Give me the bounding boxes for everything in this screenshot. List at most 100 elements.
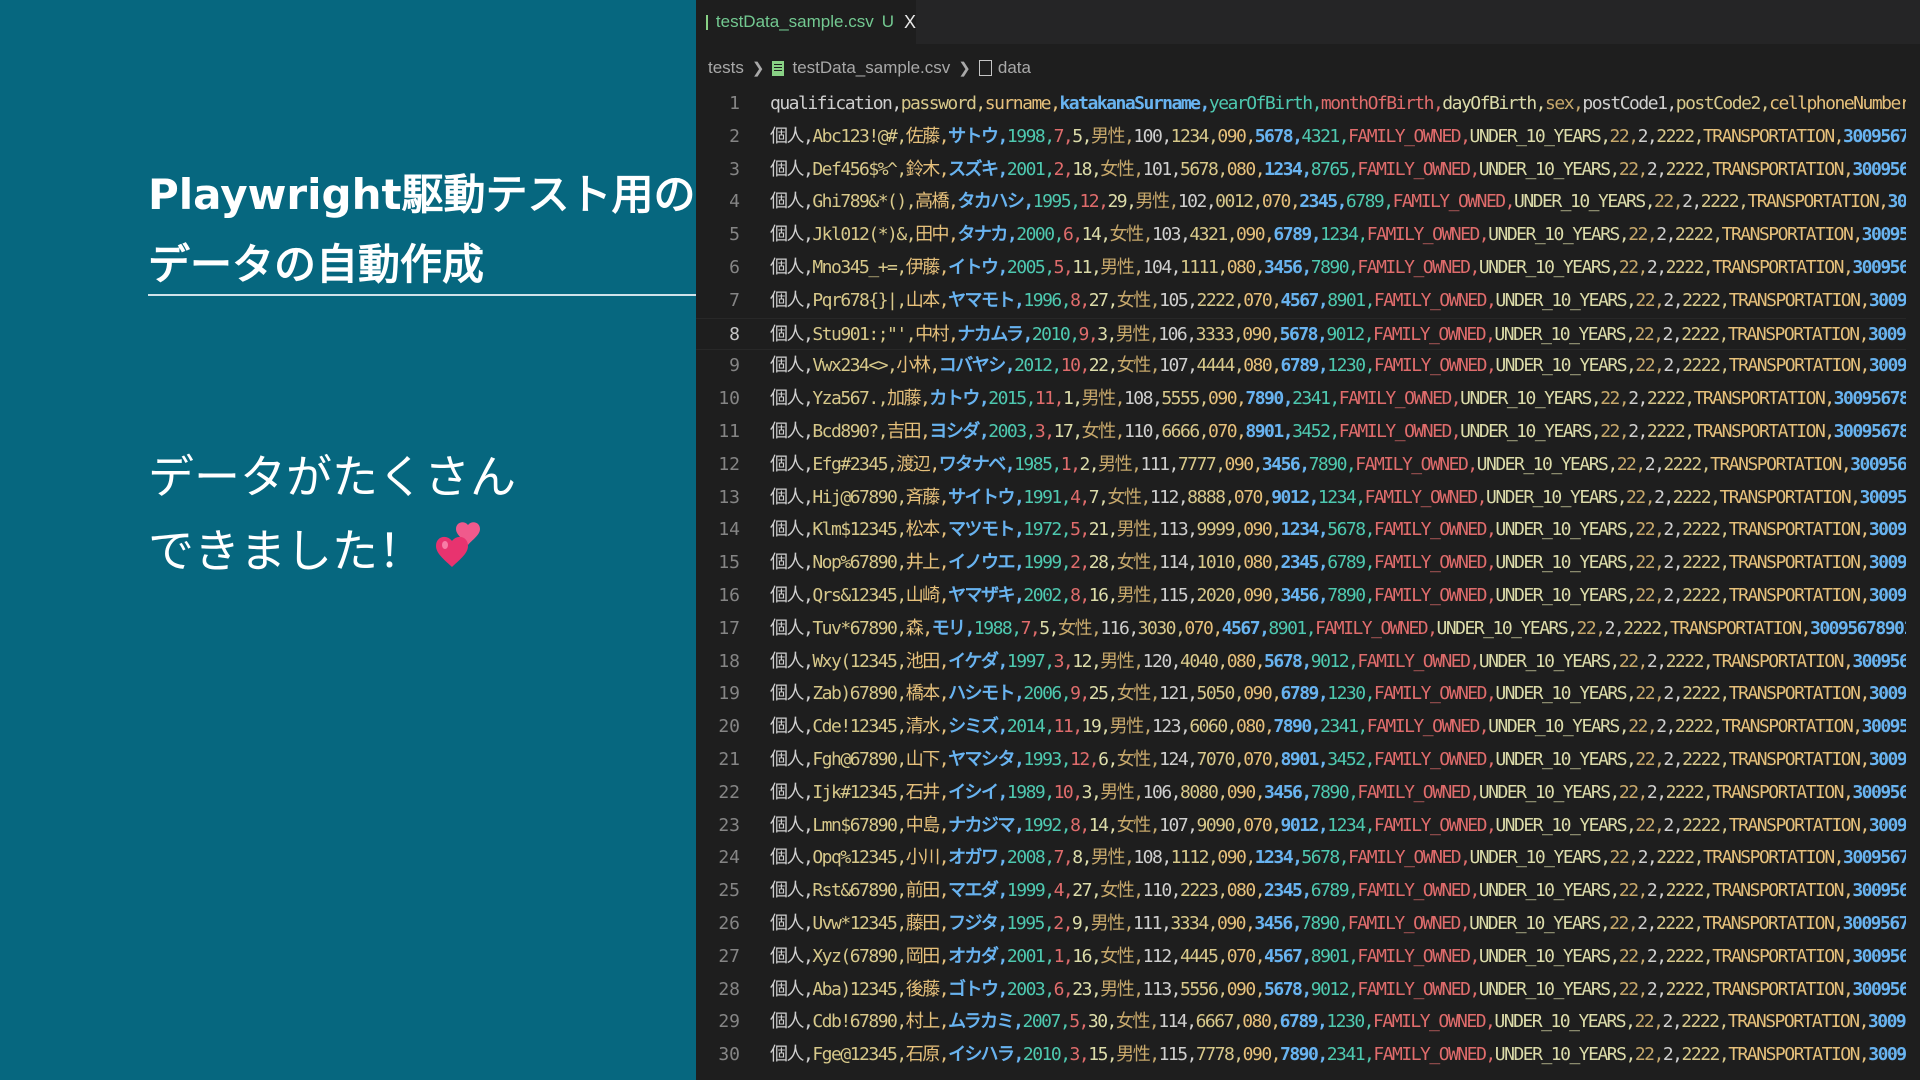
code-line[interactable]: 22 個人,Ijk#12345,石井,イシイ,1989,10,3,男性,106,8… — [696, 777, 1920, 810]
code-line[interactable]: 12 個人,Efg#2345,渡辺,ワタナベ,1985,1,2,男性,111,77… — [696, 449, 1920, 482]
csv-cell: TRANSPORTATION, — [1721, 716, 1864, 738]
csv-cell: 090, — [1242, 1044, 1282, 1066]
code-line[interactable]: 6 個人,Mno345_+=,伊藤,イトウ,2005,5,11,男性,104,11… — [696, 252, 1920, 285]
csv-cell: 個人, — [770, 289, 814, 311]
code-line[interactable]: 11 個人,Bcd890?,吉田,ヨシダ,2003,3,17,女性,110,666… — [696, 416, 1920, 449]
csv-cell: FAMILY_OWNED, — [1373, 519, 1497, 541]
scrollbar[interactable] — [1906, 44, 1920, 1080]
csv-cell: 個人, — [770, 978, 814, 1000]
csv-cell: TRANSPORTATION, — [1719, 486, 1861, 508]
code-line[interactable]: 24 個人,Opq%12345,小川,オガワ,2008,7,8,男性,108,11… — [696, 842, 1920, 875]
csv-cell: 2222, — [1672, 486, 1721, 508]
tab-testdata-sample-csv[interactable]: testData_sample.csv U X — [696, 0, 916, 44]
code-line[interactable]: 25 個人,Rst&67890,前田,マエダ,1999,4,27,女性,110,2… — [696, 875, 1920, 908]
code-line[interactable]: 4 個人,Ghi789&*(),高橋,タカハシ,1995,12,29,男性,102… — [696, 186, 1920, 219]
csv-cell: 110, — [1123, 420, 1163, 442]
code-line[interactable]: 7 個人,Pqr678{}|,山本,ヤマモト,1996,8,27,女性,105,2… — [696, 285, 1920, 318]
csv-cell: 2222, — [1681, 1011, 1729, 1033]
line-text: 個人,Cde!12345,清水,シミズ,2014,11,19,男性,123,60… — [770, 711, 1919, 744]
csv-cell: 070, — [1243, 289, 1282, 311]
code-line[interactable]: 30 個人,Fge@12345,石原,イシハラ,2010,3,15,男性,115,… — [696, 1039, 1920, 1072]
breadcrumb-folder[interactable]: tests — [708, 58, 744, 78]
csv-cell: 8901, — [1245, 420, 1293, 442]
csv-cell: UNDER_10_YEARS, — [1478, 945, 1621, 967]
csv-cell: 5678, — [1279, 323, 1328, 345]
csv-cell: monthOfBirth, — [1320, 93, 1444, 114]
csv-cell: 080, — [1226, 256, 1266, 278]
csv-cell: 3456, — [1264, 781, 1312, 803]
code-line[interactable]: 3 個人,Def456$%^,鈴木,スズキ,2001,2,18,女性,101,56… — [696, 154, 1920, 187]
line-number: 20 — [718, 716, 740, 738]
csv-cell: 2222, — [1646, 388, 1695, 410]
code-line[interactable]: 29 個人,Cdb!67890,村上,ムラカミ,2007,5,30,女性,114,… — [696, 1006, 1920, 1039]
breadcrumb-file[interactable]: testData_sample.csv — [792, 58, 950, 78]
csv-cell: 個人, — [770, 486, 814, 508]
csv-cell: Lmn$67890, — [812, 814, 907, 836]
line-number: 2 — [729, 125, 740, 147]
csv-cell: 2, — [1604, 617, 1625, 639]
csv-cell: 101, — [1142, 158, 1182, 180]
csv-cell: 池田, — [905, 650, 950, 672]
code-line[interactable]: 28 個人,Aba)12345,後藤,ゴトウ,2003,6,23,男性,113,5… — [696, 974, 1920, 1007]
csv-cell: 1010, — [1196, 552, 1245, 574]
csv-cell: 男性, — [1135, 191, 1179, 213]
csv-cell: UNDER_10_YEARS, — [1485, 486, 1628, 508]
csv-cell: 070, — [1243, 748, 1282, 770]
code-line[interactable]: 17 個人,Tuv*67890,森,モリ,1988,7,5,女性,116,3030… — [696, 613, 1920, 646]
csv-cell: 070, — [1261, 191, 1301, 213]
csv-cell: 3334, — [1170, 912, 1218, 934]
code-line[interactable]: 8 個人,Stu901:;"',中村,ナカムラ,2010,9,3,男性,106,3… — [696, 317, 1920, 352]
code-line[interactable]: 19 個人,Zab)67890,橋本,ハシモト,2006,9,25,女性,121,… — [696, 678, 1920, 711]
code-line[interactable]: 1 qualification,password,surname,katakana… — [696, 88, 1920, 121]
csv-cell: UNDER_10_YEARS, — [1469, 847, 1611, 869]
csv-cell: 1999, — [1023, 552, 1071, 574]
code-line[interactable]: 20 個人,Cde!12345,清水,シミズ,2014,11,19,男性,123,… — [696, 711, 1920, 744]
csv-cell: UNDER_10_YEARS, — [1478, 880, 1621, 902]
code-line[interactable]: 18 個人,Wxy(12345,池田,イケダ,1997,3,12,男性,120,4… — [696, 646, 1920, 679]
code-line[interactable]: 16 個人,Qrs&12345,山崎,ヤマザキ,2002,8,16,男性,115,… — [696, 580, 1920, 613]
csv-cell: 2, — [1663, 748, 1683, 770]
csv-cell: 8901, — [1280, 748, 1329, 770]
code-line[interactable]: 21 個人,Fgh@67890,山下,ヤマシタ,1993,12,6,女性,124,… — [696, 744, 1920, 777]
code-line[interactable]: 27 個人,Xyz(67890,岡田,オカダ,2001,1,16,女性,112,4… — [696, 941, 1920, 974]
csv-cell: 1230, — [1326, 1011, 1374, 1033]
code-line[interactable]: 2 個人,Abc123!@#,佐藤,サトウ,1998,7,5,男性,100,123… — [696, 121, 1920, 154]
code-line[interactable]: 14 個人,Klm$12345,松本,マツモト,1972,5,21,男性,113,… — [696, 514, 1920, 547]
code-line[interactable]: 9 個人,Vwx234<>,小林,コバヤシ,2012,10,22,女性,107,4… — [696, 350, 1920, 383]
close-icon[interactable]: X — [904, 12, 916, 33]
line-number: 28 — [718, 978, 740, 1000]
line-text: 個人,Ijk#12345,石井,イシイ,1989,10,3,男性,106,808… — [770, 777, 1919, 810]
csv-cell: 伊藤, — [905, 256, 950, 278]
csv-cell: TRANSPORTATION, — [1712, 781, 1854, 803]
csv-cell: 田中, — [915, 224, 959, 246]
csv-cell: 4567, — [1280, 289, 1329, 311]
csv-cell: UNDER_10_YEARS, — [1478, 256, 1621, 278]
csv-cell: TRANSPORTATION, — [1702, 847, 1845, 869]
code-line[interactable]: 5 個人,Jkl012(*)&,田中,タナカ,2000,6,14,女性,103,4… — [696, 219, 1920, 252]
code-line[interactable]: 13 個人,Hij@67890,斉藤,サイトウ,1991,4,7,女性,112,8… — [696, 482, 1920, 515]
csv-cell: 22, — [1635, 519, 1665, 541]
csv-cell: Mno345_+=, — [812, 256, 907, 278]
code-line[interactable]: 23 個人,Lmn$67890,中島,ナカジマ,1992,8,14,女性,107,… — [696, 810, 1920, 843]
csv-cell: 男性, — [1116, 584, 1161, 606]
csv-cell: 22, — [1609, 912, 1639, 934]
code-line[interactable]: 15 個人,Nop%67890,井上,イノウエ,1999,2,28,女性,114,… — [696, 547, 1920, 580]
csv-cell: 森, — [905, 617, 933, 639]
csv-cell: 7890, — [1310, 781, 1359, 803]
csv-cell: ゴトウ, — [948, 978, 1008, 1000]
line-text: 個人,Rst&67890,前田,マエダ,1999,4,27,女性,110,222… — [770, 875, 1919, 908]
csv-cell: 2222, — [1682, 748, 1730, 770]
csv-cell: イトウ, — [948, 256, 1008, 278]
code-area[interactable]: 1 qualification,password,surname,katakana… — [696, 88, 1920, 1072]
csv-cell: 2, — [1662, 1011, 1682, 1033]
csv-cell: FAMILY_OWNED, — [1366, 716, 1490, 738]
line-text: 個人,Stu901:;"',中村,ナカムラ,2010,9,3,男性,106,33… — [770, 319, 1916, 352]
csv-cell: 女性, — [1107, 486, 1151, 508]
csv-cell: 個人, — [770, 323, 814, 345]
code-line[interactable]: 10 個人,Yza567.,加藤,カトウ,2015,11,1,男性,108,555… — [696, 383, 1920, 416]
code-line[interactable]: 26 個人,Uvw*12345,藤田,フジタ,1995,2,9,男性,111,33… — [696, 908, 1920, 941]
breadcrumb-symbol[interactable]: data — [998, 58, 1031, 78]
csv-cell: 2, — [1663, 552, 1683, 574]
csv-cell: 2, — [1646, 650, 1667, 672]
csv-cell: TRANSPORTATION, — [1702, 912, 1845, 934]
